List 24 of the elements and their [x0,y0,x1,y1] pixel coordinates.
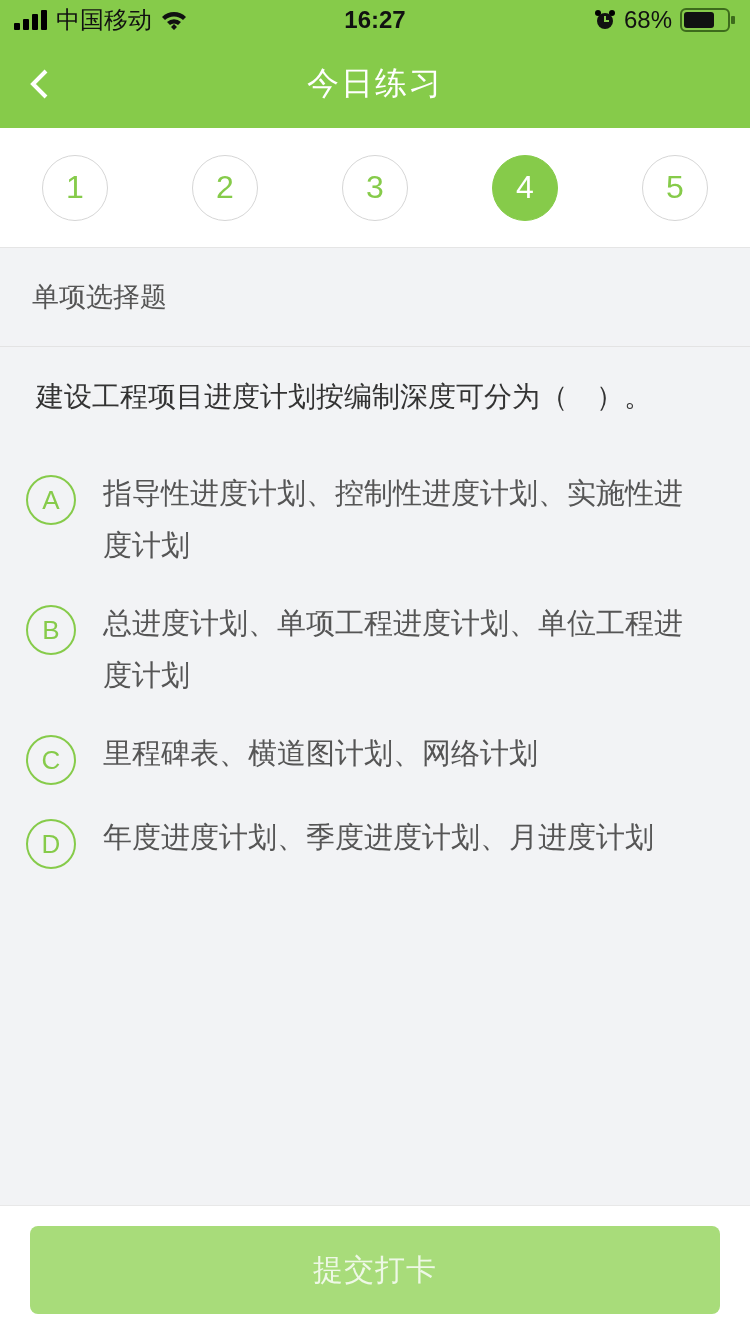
option-letter[interactable]: D [26,819,76,869]
alarm-icon [593,9,616,31]
question-number[interactable]: 2 [192,154,258,221]
option-letter[interactable]: B [26,605,76,655]
page-title: 今日练习 [307,64,443,103]
battery-icon [680,8,736,32]
option-letter[interactable]: C [26,735,76,785]
clock-time: 16:27 [344,6,406,34]
question-number[interactable]: 1 [42,154,108,221]
carrier-name: 中国移动 [56,5,152,35]
question-number[interactable]: 3 [342,154,408,221]
option-text[interactable]: 指导性进度计划、控制性进度计划、实施性进度计划 [103,467,710,571]
option-text[interactable]: 总进度计划、单项工程进度计划、单位工程进度计划 [103,597,710,701]
battery-percent: 68% [623,6,672,34]
option-letter[interactable]: A [26,475,76,525]
question-text: 建设工程项目进度计划按编制深度可分为（ ）。 [34,380,653,414]
question-type: 单项选择题 [32,281,167,314]
question-number[interactable]: 5 [642,154,708,221]
back-icon[interactable] [28,68,50,100]
wifi-icon [160,10,188,30]
option-text[interactable]: 里程碑表、横道图计划、网络计划 [103,727,538,779]
signal-icon [14,10,48,30]
option-text[interactable]: 年度进度计划、季度进度计划、月进度计划 [103,811,654,863]
question-number[interactable]: 4 [492,154,558,221]
